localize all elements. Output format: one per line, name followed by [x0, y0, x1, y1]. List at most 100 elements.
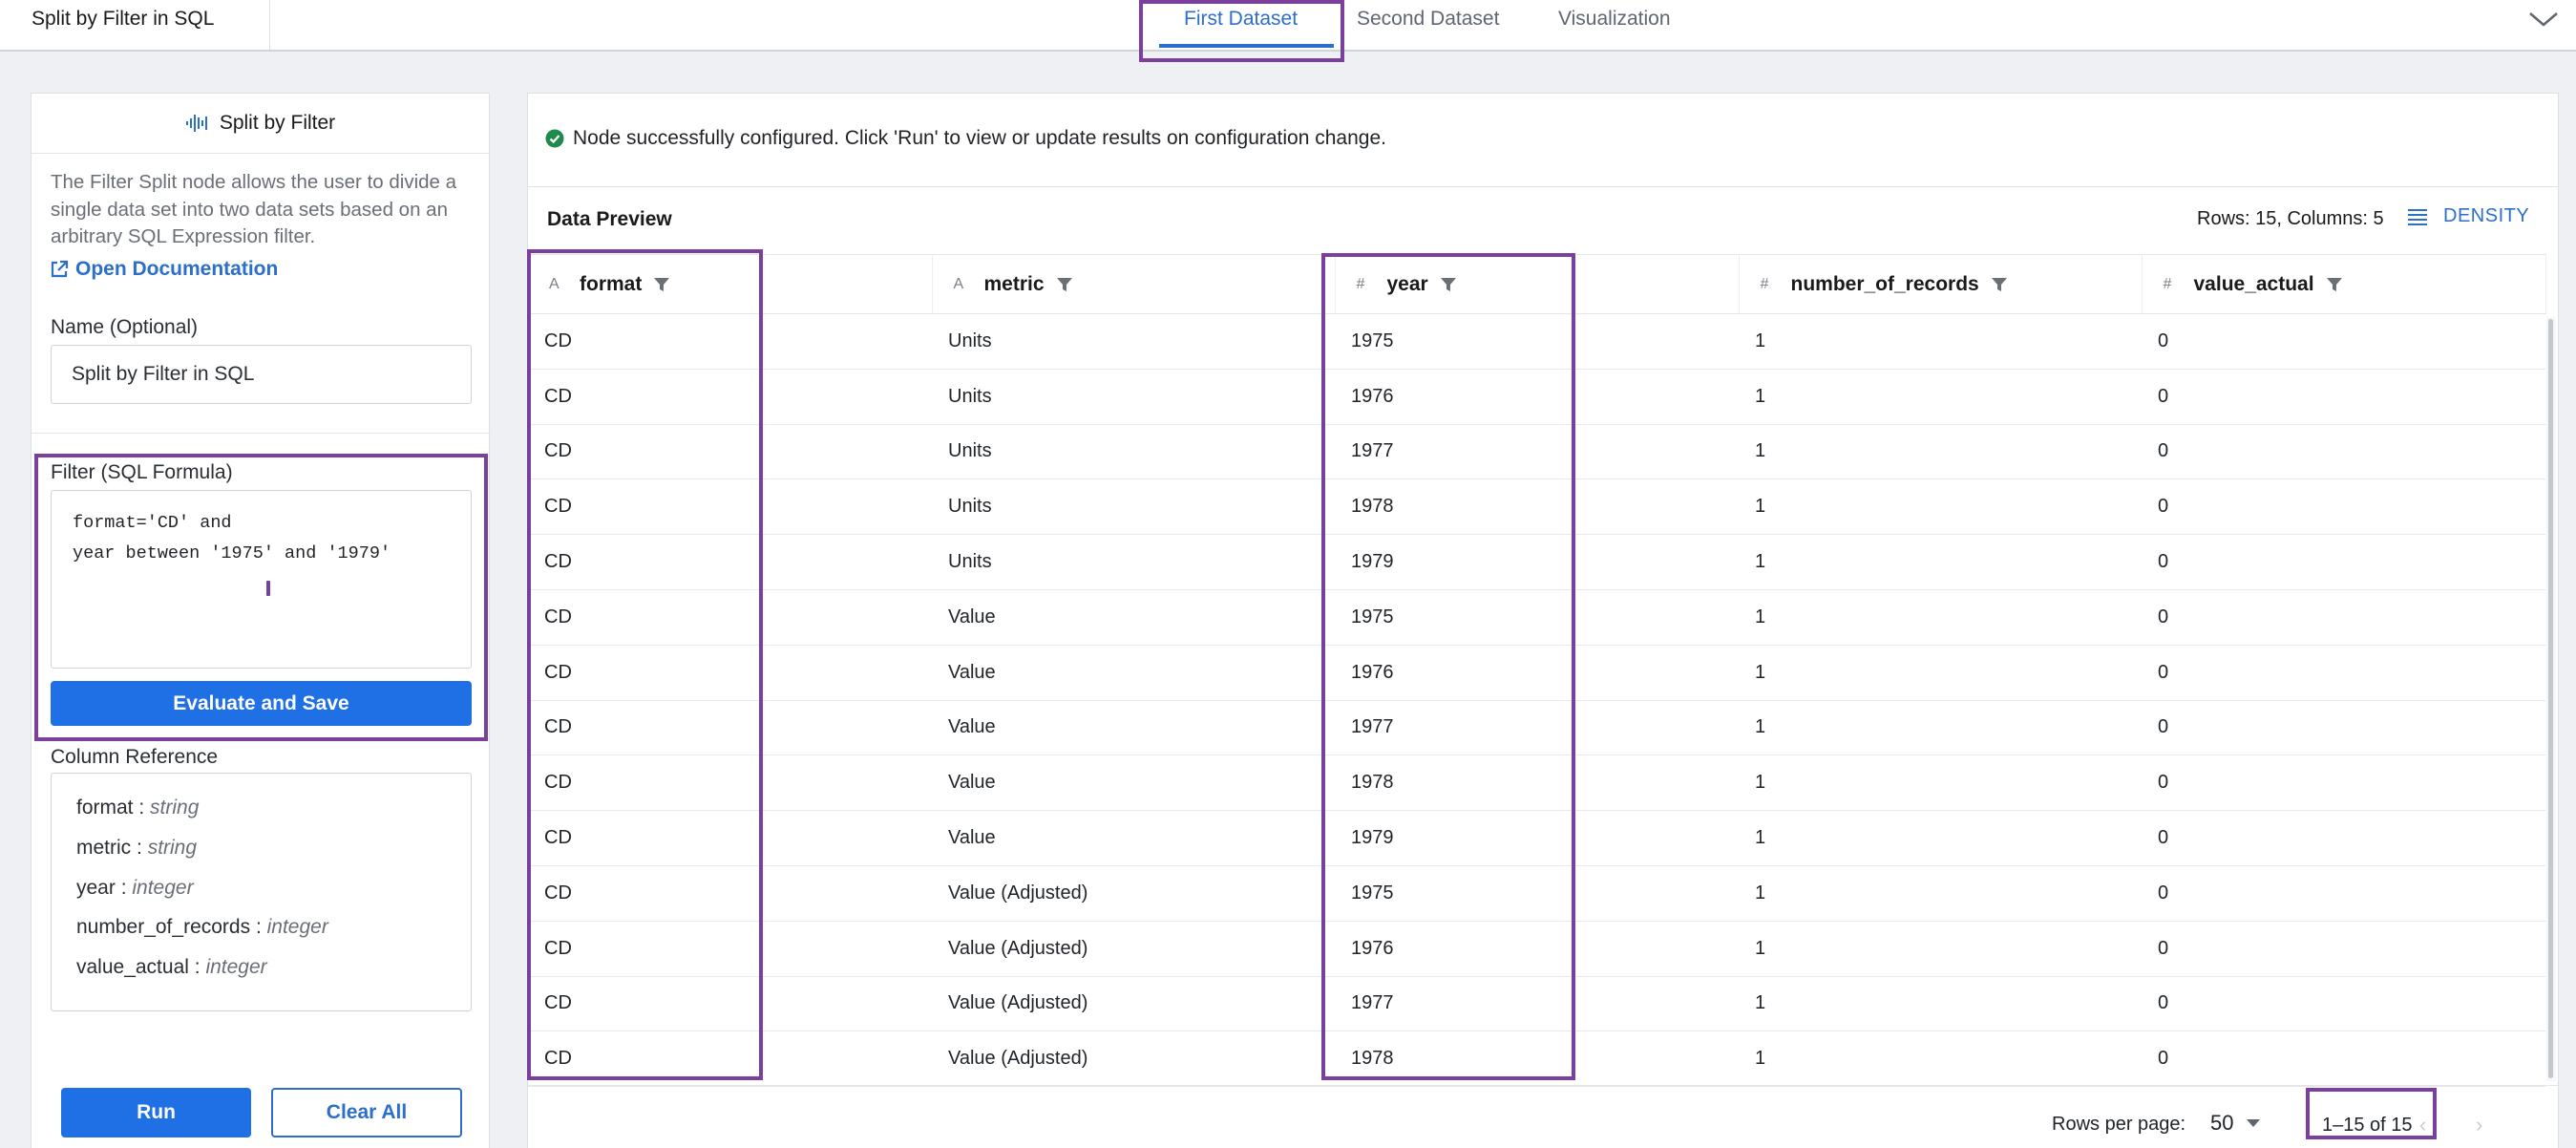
column-ref-item: metric : string [76, 837, 198, 859]
number-type-icon: # [2163, 275, 2172, 292]
open-documentation-link[interactable]: Open Documentation [49, 258, 278, 281]
sql-formula-editor[interactable]: format='CD' and year between '1975' and … [51, 490, 472, 669]
rows-per-page-select[interactable]: 50 [2210, 1111, 2261, 1136]
next-page-icon[interactable]: › [2476, 1113, 2482, 1137]
string-type-icon: A [953, 275, 964, 292]
table-cell: Value [932, 700, 1335, 756]
table-cell: 1976 [1335, 645, 1739, 701]
table-cell: 0 [2142, 1031, 2545, 1088]
table-cell: 1 [1739, 589, 2142, 646]
active-tab-indicator [1159, 44, 1334, 48]
column-ref-item: year : integer [76, 877, 194, 899]
evaluate-and-save-button[interactable]: Evaluate and Save [51, 681, 472, 726]
external-link-icon [51, 260, 69, 278]
column-reference-list: format : string metric : string year : i… [51, 773, 472, 1011]
chevron-down-icon[interactable] [2526, 8, 2561, 31]
table-row[interactable]: CD Units 1977 1 0 [528, 424, 2545, 480]
column-ref-item: value_actual : integer [76, 956, 267, 978]
table-cell: CD [528, 921, 932, 977]
column-header-value-actual[interactable]: # value_actual [2142, 254, 2546, 314]
table-cell: Value [932, 755, 1335, 812]
rows-per-page-label: Rows per page: [2052, 1114, 2186, 1135]
table-row[interactable]: CD Value 1977 1 0 [528, 700, 2545, 756]
filter-icon[interactable] [653, 276, 670, 293]
table-cell: 1 [1739, 645, 2142, 701]
tab-second-dataset[interactable]: Second Dataset [1357, 8, 1499, 31]
table-row[interactable]: CD Units 1976 1 0 [528, 369, 2545, 425]
table-row[interactable]: CD Value (Adjusted) 1977 1 0 [528, 976, 2545, 1032]
column-header-number-of-records[interactable]: # number_of_records [1739, 254, 2143, 314]
table-cell: 1979 [1335, 534, 1739, 590]
status-message-text: Node successfully configured. Click 'Run… [573, 127, 1386, 149]
table-row[interactable]: CD Value 1976 1 0 [528, 645, 2545, 701]
rows-per-page-value: 50 [2210, 1111, 2234, 1135]
data-preview-card: Data Preview Rows: 15, Columns: 5 DENSIT… [527, 186, 2559, 1148]
table-cell: 0 [2142, 865, 2545, 922]
table-cell: 1975 [1335, 313, 1739, 370]
table-cell: 0 [2142, 700, 2545, 756]
tab-first-dataset[interactable]: First Dataset [1184, 8, 1298, 31]
table-cell: CD [528, 369, 932, 425]
table-cell: 1 [1739, 976, 2142, 1032]
table-body: CD Units 1975 1 0 CD Units 1976 1 0 CD Units 1977 1 0 C… [528, 313, 2545, 1088]
table-cell: CD [528, 1031, 932, 1088]
text-cursor [266, 581, 270, 596]
vertical-scrollbar-thumb[interactable] [2548, 319, 2553, 1078]
table-row[interactable]: CD Units 1975 1 0 [528, 313, 2545, 370]
table-row[interactable]: CD Value 1979 1 0 [528, 810, 2545, 866]
previous-page-icon[interactable]: ‹ [2419, 1113, 2426, 1137]
table-cell: 1975 [1335, 589, 1739, 646]
column-header-year[interactable]: # year [1335, 254, 1740, 314]
rows-columns-count: Rows: 15, Columns: 5 [2197, 208, 2384, 229]
table-cell: 0 [2142, 313, 2545, 370]
column-ref-item: format : string [76, 797, 200, 818]
clear-all-button[interactable]: Clear All [271, 1088, 462, 1137]
divider [32, 433, 491, 434]
table-cell: 1 [1739, 1031, 2142, 1088]
table-cell: Value [932, 645, 1335, 701]
table-row[interactable]: CD Value (Adjusted) 1976 1 0 [528, 921, 2545, 977]
table-row[interactable]: CD Units 1979 1 0 [528, 534, 2545, 590]
split-filter-icon [185, 115, 207, 132]
tab-visualization[interactable]: Visualization [1558, 8, 1671, 31]
table-cell: 1 [1739, 810, 2142, 866]
table-cell: 1 [1739, 313, 2142, 370]
table-cell: 1975 [1335, 865, 1739, 922]
sql-line-2: year between '1975' and '1979' [73, 543, 391, 563]
table-cell: 0 [2142, 424, 2545, 480]
table-row[interactable]: CD Value (Adjusted) 1975 1 0 [528, 865, 2545, 922]
table-cell: 1978 [1335, 478, 1739, 536]
number-type-icon: # [1356, 275, 1365, 292]
table-footer: Rows per page: 50 1–15 of 15 ‹ › [528, 1085, 2558, 1148]
filter-label: Filter (SQL Formula) [51, 461, 233, 483]
name-input[interactable] [51, 345, 472, 404]
table-row[interactable]: CD Units 1978 1 0 [528, 478, 2545, 536]
table-cell: 1 [1739, 534, 2142, 590]
app-title: Split by Filter in SQL [32, 8, 215, 30]
data-table: Aformat Ametric # year # number_of_records… [528, 254, 2546, 1088]
sql-line-1: format='CD' and [73, 513, 232, 533]
table-cell: 1 [1739, 700, 2142, 756]
title-divider [269, 0, 270, 50]
density-icon [2408, 208, 2427, 225]
column-header-format[interactable]: Aformat [528, 254, 933, 314]
pagination-info: 1–15 of 15 [2322, 1115, 2413, 1136]
table-row[interactable]: CD Value 1978 1 0 [528, 755, 2545, 812]
table-row[interactable]: CD Value (Adjusted) 1978 1 0 [528, 1031, 2545, 1088]
table-cell: 0 [2142, 921, 2545, 977]
table-cell: 0 [2142, 755, 2545, 812]
table-row[interactable]: CD Value 1975 1 0 [528, 589, 2545, 646]
column-header-metric[interactable]: Ametric [932, 254, 1336, 314]
name-label: Name (Optional) [51, 316, 199, 338]
panel-header-label: Split by Filter [219, 112, 336, 134]
run-button[interactable]: Run [61, 1088, 251, 1137]
top-bar: Split by Filter in SQL First Dataset Sec… [0, 0, 2576, 52]
filter-icon[interactable] [1440, 276, 1457, 293]
filter-icon[interactable] [1056, 276, 1073, 293]
density-toggle[interactable]: DENSITY [2407, 205, 2529, 227]
filter-icon[interactable] [1991, 276, 2008, 293]
filter-icon[interactable] [2326, 276, 2343, 293]
table-cell: 1 [1739, 755, 2142, 812]
table-cell: Value (Adjusted) [932, 976, 1335, 1032]
table-cell: CD [528, 700, 932, 756]
